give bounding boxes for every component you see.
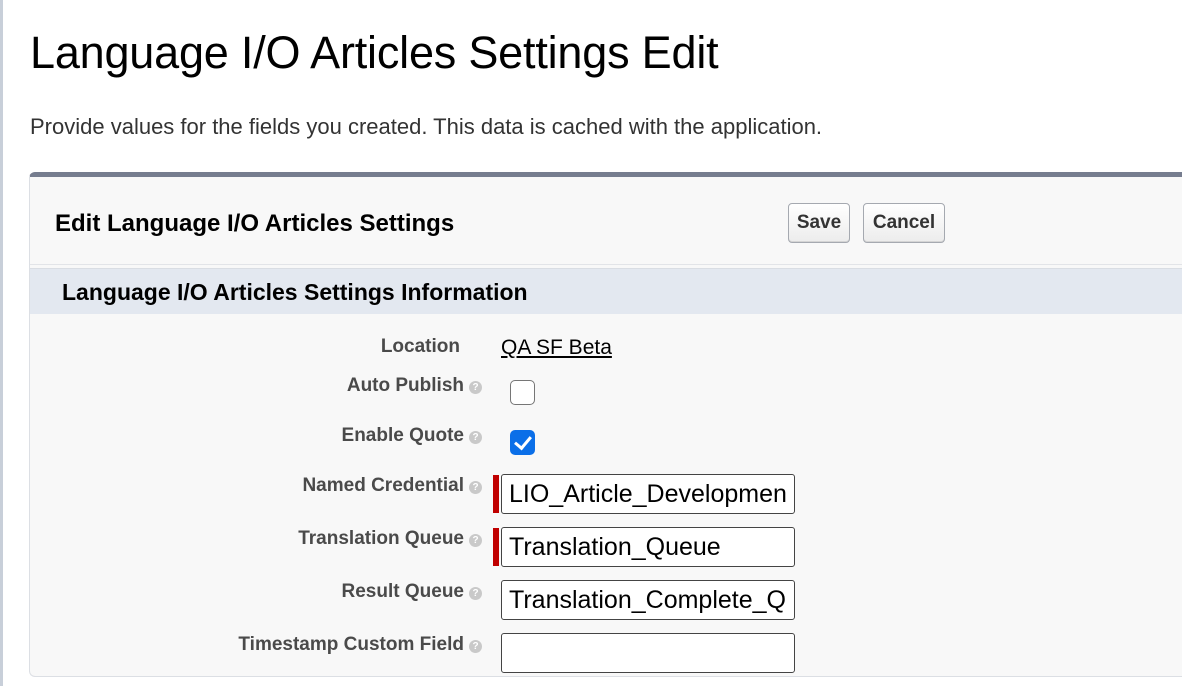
location-label-wrap: Location [30,336,482,358]
auto-publish-checkbox[interactable] [510,380,535,405]
translation-queue-label: Translation Queue? [298,528,482,550]
auto-publish-label-wrap: Auto Publish? [30,375,482,397]
save-button[interactable]: Save [788,203,850,243]
named-credential-label-wrap: Named Credential? [30,475,482,497]
auto-publish-label-text: Auto Publish [346,375,464,396]
panel-header: Edit Language I/O Articles Settings Save… [30,177,1182,265]
panel-title: Edit Language I/O Articles Settings [55,210,455,237]
enable-quote-checkbox[interactable] [510,430,535,455]
timestamp-custom-field-label-wrap: Timestamp Custom Field? [30,634,482,656]
named-credential-label: Named Credential? [302,475,482,497]
help-icon[interactable]: ? [469,534,482,547]
required-marker [493,475,499,513]
cancel-button[interactable]: Cancel [863,203,945,243]
timestamp-custom-field-input[interactable] [501,633,795,673]
auto-publish-label: Auto Publish? [347,375,482,397]
enable-quote-label-wrap: Enable Quote? [30,425,482,447]
result-queue-label: Result Queue? [342,581,482,603]
page-description: Provide values for the fields you create… [30,114,823,139]
timestamp-custom-field-label-text: Timestamp Custom Field [238,634,464,655]
enable-quote-label-text: Enable Quote [341,425,464,446]
page-title: Language I/O Articles Settings Edit [30,27,719,78]
section-title: Language I/O Articles Settings Informati… [62,279,528,305]
required-marker [493,528,499,566]
enable-quote-label: Enable Quote? [342,425,482,447]
help-icon[interactable]: ? [469,381,482,394]
location-link[interactable]: QA SF Beta [501,336,612,360]
section-header: Language I/O Articles Settings Informati… [30,268,1182,314]
help-icon[interactable]: ? [469,431,482,444]
help-icon[interactable]: ? [469,587,482,600]
location-label: Location [380,336,460,357]
result-queue-input[interactable] [501,580,795,620]
translation-queue-input[interactable] [501,527,795,567]
result-queue-label-text: Result Queue [341,581,464,602]
help-icon[interactable]: ? [469,481,482,494]
translation-queue-label-text: Translation Queue [298,528,464,549]
page: Language I/O Articles Settings Edit Prov… [0,0,1182,686]
result-queue-label-wrap: Result Queue? [30,581,482,603]
left-edge-strip [0,0,3,686]
edit-panel: Edit Language I/O Articles Settings Save… [29,172,1182,677]
named-credential-label-text: Named Credential [302,475,464,496]
translation-queue-label-wrap: Translation Queue? [30,528,482,550]
timestamp-custom-field-label: Timestamp Custom Field? [238,634,482,656]
named-credential-input[interactable] [501,474,795,514]
help-icon[interactable]: ? [469,640,482,653]
